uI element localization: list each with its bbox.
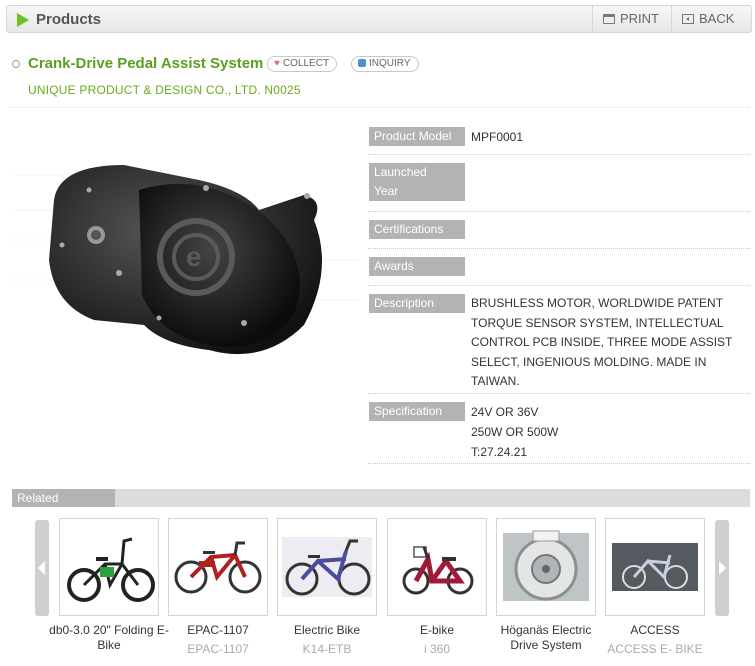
related-item-thumbnail[interactable]	[168, 518, 268, 616]
spec-label: Description	[369, 294, 465, 313]
spec-row-specification: Specification 24V OR 36V 250W OR 500W T:…	[368, 399, 750, 464]
product-image: e	[14, 130, 359, 370]
bike-image	[67, 537, 155, 602]
chevron-right-icon	[719, 561, 726, 575]
spec-row-product-model: Product Model MPF0001	[368, 124, 750, 155]
related-item-model: ACCESS E- BIKE	[607, 642, 703, 656]
back-icon	[682, 14, 694, 24]
related-item-name[interactable]: ACCESS	[595, 623, 715, 638]
bullet-icon	[12, 60, 20, 68]
company-link[interactable]: UNIQUE PRODUCT & DESIGN CO., LTD. N0025	[28, 83, 301, 97]
spec-row-awards: Awards	[368, 254, 750, 286]
spec-row-description: Description BRUSHLESS MOTOR, WORLDWIDE P…	[368, 291, 750, 394]
bike-image	[612, 543, 698, 591]
print-label: PRINT	[620, 11, 659, 26]
related-title: Related	[12, 489, 115, 507]
print-button[interactable]: PRINT	[592, 6, 671, 32]
related-item-name[interactable]: EPAC-1107	[158, 623, 278, 638]
spec-row-launched-year: Launched Year	[368, 160, 750, 212]
bike-image	[282, 537, 372, 597]
divider	[10, 107, 750, 108]
products-header: Products PRINT BACK	[6, 5, 752, 33]
heart-icon: ♥	[274, 58, 280, 69]
related-item-name[interactable]: Höganäs Electric Drive System	[486, 623, 606, 653]
related-item-thumbnail[interactable]	[496, 518, 596, 616]
back-label: BACK	[699, 11, 735, 26]
spec-label: Product Model	[369, 127, 465, 146]
spec-value: 24V OR 36V 250W OR 500W T:27.24.21	[471, 405, 559, 459]
drive-system-image	[503, 530, 589, 601]
inquiry-label: INQUIRY	[369, 58, 411, 69]
related-item-model: i 360	[423, 642, 451, 656]
play-icon	[17, 13, 29, 27]
inquiry-button[interactable]: INQUIRY	[351, 56, 419, 72]
collect-label: COLLECT	[282, 58, 330, 69]
bike-image	[174, 541, 262, 594]
svg-text:e: e	[186, 241, 202, 272]
related-item-name[interactable]: E-bike	[377, 623, 497, 638]
back-button[interactable]: BACK	[671, 6, 746, 32]
related-item-thumbnail[interactable]	[59, 518, 159, 616]
inquiry-icon	[358, 59, 366, 67]
spec-row-certifications: Certifications	[368, 217, 750, 249]
related-item-name[interactable]: Electric Bike	[267, 623, 387, 638]
related-item-model: K14-ETB	[302, 642, 352, 656]
printer-icon	[603, 14, 615, 24]
spec-value: BRUSHLESS MOTOR, WORLDWIDE PATENT TORQUE…	[471, 296, 733, 388]
carousel-next-button[interactable]	[715, 520, 729, 616]
section-title: Products	[36, 11, 102, 28]
related-item-name[interactable]: db0-3.0 20" Folding E-Bike	[49, 623, 169, 653]
related-bar: Related	[12, 489, 750, 507]
product-title: Crank-Drive Pedal Assist System	[28, 55, 264, 72]
related-item-thumbnail[interactable]	[387, 518, 487, 616]
related-item-thumbnail[interactable]	[605, 518, 705, 616]
chevron-left-icon	[38, 561, 45, 575]
spec-label: Awards	[369, 257, 465, 276]
bike-image	[402, 546, 474, 595]
related-item-thumbnail[interactable]	[277, 518, 377, 616]
collect-button[interactable]: ♥ COLLECT	[267, 56, 338, 72]
related-item-model: EPAC-1107	[187, 642, 249, 656]
spec-value: MPF0001	[471, 130, 524, 144]
spec-label: Certifications	[369, 220, 465, 239]
spec-label: Specification	[369, 402, 465, 421]
spec-label: Launched Year	[369, 163, 465, 201]
carousel-prev-button[interactable]	[35, 520, 49, 616]
